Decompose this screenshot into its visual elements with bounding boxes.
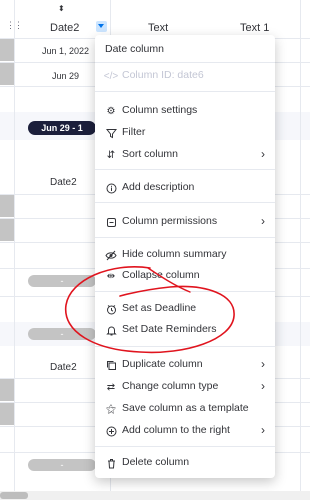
group-column-label: Date2 bbox=[50, 177, 77, 188]
chevron-right-icon: › bbox=[261, 357, 265, 371]
menu-item-label: Set Date Reminders bbox=[122, 323, 217, 335]
menu-item-column-permissions[interactable]: Column permissions › bbox=[95, 212, 275, 232]
menu-item-label: Delete column bbox=[122, 456, 190, 468]
column-divider bbox=[300, 0, 301, 500]
menu-item-add-column-right[interactable]: Add column to the right › bbox=[95, 421, 275, 441]
menu-item-label: Add column to the right bbox=[122, 424, 230, 436]
collapse-icon: ⇹ bbox=[106, 270, 116, 282]
magic-icon: ⚝ bbox=[106, 403, 116, 415]
column-id-item: </> Column ID: date6 bbox=[95, 66, 275, 86]
menu-divider bbox=[95, 62, 275, 63]
row-color-bar bbox=[0, 379, 14, 401]
deadline-icon bbox=[104, 302, 118, 316]
menu-item-add-description[interactable]: Add description bbox=[95, 178, 275, 198]
menu-item-label: Add description bbox=[122, 181, 195, 193]
code-icon: </> bbox=[103, 70, 119, 82]
chevron-right-icon: › bbox=[261, 423, 265, 437]
column-divider bbox=[14, 0, 15, 500]
menu-item-label: Sort column bbox=[122, 148, 179, 160]
menu-item-label: Filter bbox=[122, 126, 146, 138]
add-icon bbox=[104, 424, 118, 438]
column-menu-dropdown-button[interactable] bbox=[96, 21, 107, 32]
bell-icon bbox=[104, 323, 118, 337]
menu-divider bbox=[95, 346, 275, 347]
menu-item-column-settings[interactable]: ⚙ Column settings bbox=[95, 101, 275, 121]
menu-item-label: Column permissions bbox=[122, 215, 218, 227]
menu-item-hide-column-summary[interactable]: Hide column summary bbox=[95, 245, 275, 265]
group-column-label: Date2 bbox=[50, 362, 77, 373]
menu-item-set-date-reminders[interactable]: Set Date Reminders bbox=[95, 320, 275, 340]
row-color-bar bbox=[0, 39, 14, 61]
menu-item-sort-column[interactable]: ⇵ Sort column › bbox=[95, 145, 275, 165]
menu-divider bbox=[95, 91, 275, 92]
menu-divider bbox=[95, 169, 275, 170]
row-color-bar bbox=[0, 219, 14, 241]
horizontal-scrollbar[interactable] bbox=[0, 491, 310, 500]
menu-divider bbox=[95, 446, 275, 447]
column-header-date2[interactable]: Date2 bbox=[50, 22, 79, 34]
duplicate-icon bbox=[104, 358, 118, 372]
menu-divider bbox=[95, 237, 275, 238]
filter-icon bbox=[104, 126, 118, 140]
menu-item-set-as-deadline[interactable]: Set as Deadline bbox=[95, 299, 275, 319]
date-cell[interactable]: Jun 1, 2022 bbox=[42, 46, 89, 56]
empty-date-pill: - bbox=[28, 328, 96, 340]
row-color-bar bbox=[0, 195, 14, 217]
menu-divider bbox=[95, 202, 275, 203]
menu-item-label: Hide column summary bbox=[122, 248, 227, 260]
gear-icon: ⚙ bbox=[106, 105, 116, 117]
lock-icon bbox=[104, 215, 118, 229]
menu-item-save-column-template[interactable]: ⚝ Save column as a template bbox=[95, 399, 275, 419]
sort-arrows-icon[interactable]: ⬍ bbox=[58, 4, 65, 13]
chevron-right-icon: › bbox=[261, 214, 265, 228]
menu-divider bbox=[95, 291, 275, 292]
empty-date-pill: - bbox=[28, 459, 96, 471]
trash-icon bbox=[104, 456, 118, 470]
menu-item-collapse-column[interactable]: ⇹ Collapse column bbox=[95, 266, 275, 286]
menu-item-label: Change column type bbox=[122, 380, 219, 392]
sort-icon: ⇵ bbox=[106, 149, 116, 161]
row-color-bar bbox=[0, 403, 14, 425]
date-range-pill: Jun 29 - 1 bbox=[28, 121, 96, 135]
empty-date-pill: - bbox=[28, 275, 96, 287]
chevron-right-icon: › bbox=[261, 379, 265, 393]
menu-item-label: Collapse column bbox=[122, 269, 200, 281]
column-header-text1[interactable]: Text 1 bbox=[240, 22, 269, 34]
chevron-right-icon: › bbox=[261, 147, 265, 161]
menu-item-delete-column[interactable]: Delete column bbox=[95, 453, 275, 473]
column-options-menu: Date column </> Column ID: date6 ⚙ Colum… bbox=[95, 35, 275, 478]
menu-item-label: Column settings bbox=[122, 104, 198, 116]
eye-icon bbox=[104, 248, 118, 262]
menu-item-duplicate-column[interactable]: Duplicate column › bbox=[95, 355, 275, 375]
row-color-bar bbox=[0, 63, 14, 85]
menu-item-label: Duplicate column bbox=[122, 358, 203, 370]
menu-item-label: Save column as a template bbox=[122, 402, 249, 414]
info-icon bbox=[104, 181, 118, 195]
column-id-label: Column ID: date6 bbox=[122, 69, 204, 81]
menu-item-label: Set as Deadline bbox=[122, 302, 197, 314]
change-type-icon: ⇄ bbox=[106, 381, 116, 393]
scrollbar-thumb[interactable] bbox=[0, 492, 28, 499]
date-cell[interactable]: Jun 29 bbox=[52, 71, 79, 81]
menu-item-change-column-type[interactable]: ⇄ Change column type › bbox=[95, 377, 275, 397]
menu-item-filter[interactable]: Filter bbox=[95, 123, 275, 143]
column-header-text[interactable]: Text bbox=[148, 22, 168, 34]
menu-title: Date column bbox=[105, 43, 164, 55]
